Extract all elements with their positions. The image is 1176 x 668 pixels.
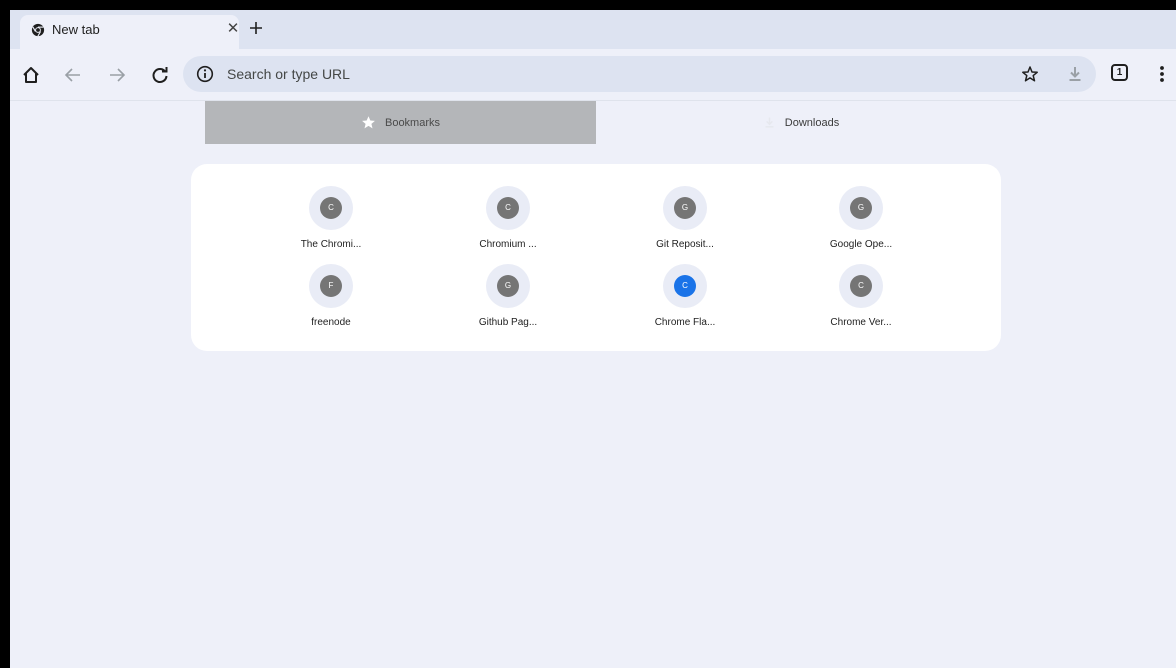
- shortcut-label: The Chromi...: [300, 239, 362, 250]
- shortcut-tile[interactable]: G Google Ope...: [806, 186, 916, 256]
- shortcut-label: Chrome Fla...: [654, 317, 716, 328]
- download-icon[interactable]: [1066, 65, 1084, 83]
- shortcut-letter-icon: G: [850, 197, 872, 219]
- reload-icon[interactable]: [149, 64, 171, 86]
- shortcut-tile[interactable]: C The Chromi...: [276, 186, 386, 256]
- back-arrow-icon[interactable]: [62, 64, 84, 86]
- shortcut-tile[interactable]: G Git Reposit...: [630, 186, 740, 256]
- shortcut-letter-icon: F: [320, 275, 342, 297]
- tab-bookmarks[interactable]: Bookmarks: [205, 101, 596, 144]
- star-icon: [362, 116, 375, 129]
- info-icon[interactable]: [196, 65, 214, 83]
- plus-icon: [250, 22, 262, 34]
- shortcut-favicon: C: [309, 186, 353, 230]
- tab-new-tab[interactable]: New tab ✕: [20, 15, 239, 49]
- shortcut-favicon: C: [486, 186, 530, 230]
- shortcut-letter-icon: C: [850, 275, 872, 297]
- shortcut-letter-icon: C: [674, 275, 696, 297]
- close-icon[interactable]: ✕: [226, 20, 240, 38]
- toolbar: Search or type URL 1: [10, 49, 1176, 100]
- tab-downloads[interactable]: Downloads: [596, 101, 1006, 144]
- tab-title: New tab: [52, 22, 100, 37]
- shortcut-tile[interactable]: C Chrome Fla...: [630, 264, 740, 334]
- omnibox[interactable]: Search or type URL: [183, 56, 1096, 92]
- download-icon: [765, 117, 774, 128]
- shortcut-favicon: C: [663, 264, 707, 308]
- more-menu-icon[interactable]: [1158, 63, 1166, 85]
- browser-window: New tab ✕ Search or type URL 1 Bookmarks…: [10, 10, 1176, 668]
- shortcut-label: Chromium ...: [479, 239, 537, 250]
- tab-downloads-label: Downloads: [784, 116, 840, 129]
- shortcut-favicon: G: [839, 186, 883, 230]
- shortcut-tile[interactable]: F freenode: [276, 264, 386, 334]
- home-icon[interactable]: [20, 64, 42, 86]
- shortcuts-card: C The Chromi... C Chromium ... G Git Rep…: [191, 164, 1001, 351]
- shortcut-label: freenode: [311, 317, 351, 328]
- shortcut-label: Github Pag...: [478, 317, 538, 328]
- shortcut-tile[interactable]: G Github Pag...: [453, 264, 563, 334]
- shortcut-letter-icon: C: [497, 197, 519, 219]
- tab-strip: New tab ✕: [10, 10, 1176, 49]
- tab-switcher-button[interactable]: 1: [1111, 64, 1128, 81]
- shortcut-favicon: G: [663, 186, 707, 230]
- new-tab-button[interactable]: [246, 18, 266, 38]
- shortcut-label: Chrome Ver...: [830, 317, 892, 328]
- shortcut-favicon: F: [309, 264, 353, 308]
- forward-arrow-icon[interactable]: [106, 64, 128, 86]
- shortcut-tile[interactable]: C Chromium ...: [453, 186, 563, 256]
- chrome-icon: [31, 23, 45, 37]
- shortcut-letter-icon: G: [674, 197, 696, 219]
- shortcut-label: Git Reposit...: [656, 239, 714, 250]
- shortcut-letter-icon: G: [497, 275, 519, 297]
- omnibox-input[interactable]: Search or type URL: [227, 66, 350, 82]
- tab-bookmarks-label: Bookmarks: [384, 116, 441, 129]
- shortcut-favicon: G: [486, 264, 530, 308]
- shortcut-favicon: C: [839, 264, 883, 308]
- shortcut-tile[interactable]: C Chrome Ver...: [806, 264, 916, 334]
- shortcut-label: Google Ope...: [829, 239, 893, 250]
- shortcut-letter-icon: C: [320, 197, 342, 219]
- bookmark-star-icon[interactable]: [1021, 65, 1039, 83]
